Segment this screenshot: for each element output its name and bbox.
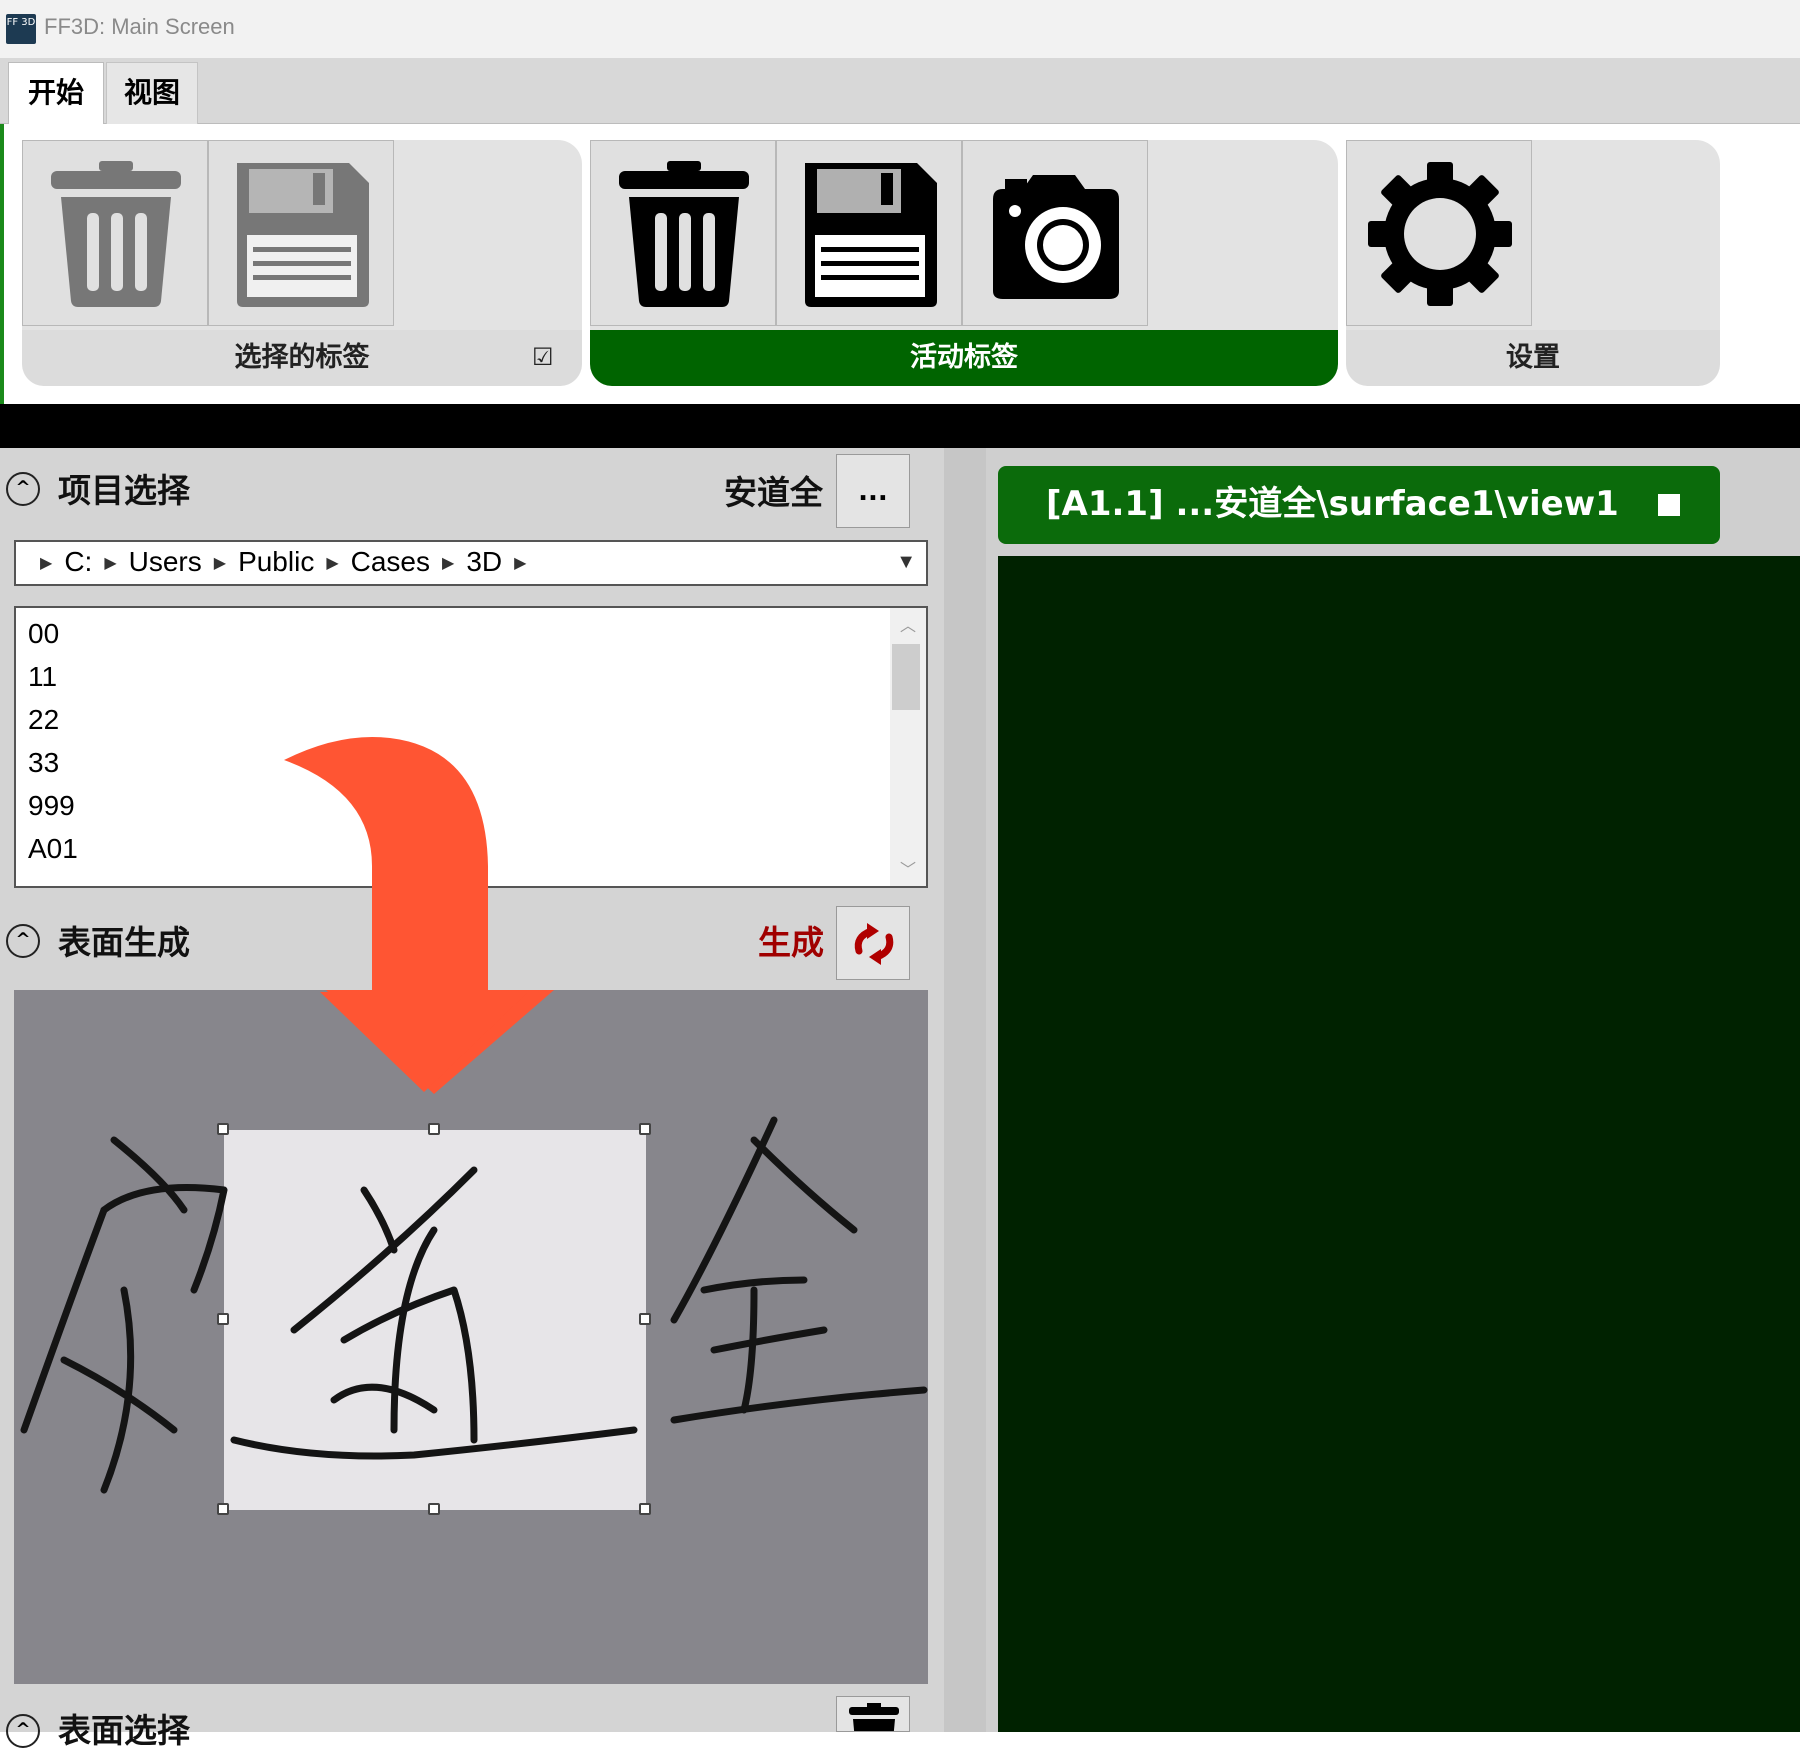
- chevron-right-icon: ▶: [40, 555, 53, 572]
- chevron-right-icon: ▶: [326, 555, 339, 572]
- list-item[interactable]: A01: [28, 833, 78, 865]
- crop-handle[interactable]: [428, 1503, 440, 1515]
- surface-generation-title: 表面生成: [58, 923, 190, 962]
- tab-strip: [0, 58, 1800, 124]
- panel-splitter[interactable]: [944, 448, 986, 1732]
- breadcrumb: ▶ C: ▶ Users ▶ Public ▶ Cases ▶ 3D ▶: [28, 542, 538, 587]
- scroll-up-icon[interactable]: ︿: [900, 612, 916, 636]
- 3d-view-canvas[interactable]: [998, 556, 1800, 1732]
- stop-square-icon[interactable]: [1658, 494, 1680, 516]
- scroll-thumb[interactable]: [892, 644, 920, 710]
- chevron-right-icon: ▶: [514, 555, 527, 572]
- delete-active-button[interactable]: [590, 140, 776, 326]
- settings-button[interactable]: [1346, 140, 1532, 326]
- breadcrumb-item[interactable]: Cases: [351, 546, 430, 577]
- capture-button[interactable]: [962, 140, 1148, 326]
- generate-label[interactable]: 生成: [758, 916, 824, 964]
- save-active-button[interactable]: [776, 140, 962, 326]
- delete-selected-button[interactable]: [22, 140, 208, 326]
- scroll-down-icon[interactable]: ﹀: [900, 856, 916, 880]
- list-item[interactable]: 999: [28, 790, 75, 822]
- chevron-down-icon[interactable]: ▼: [896, 542, 916, 582]
- ribbon-group-label-active: 活动标签: [590, 330, 1338, 386]
- chevron-right-icon: ▶: [104, 555, 117, 572]
- crop-handle[interactable]: [639, 1123, 651, 1135]
- camera-icon: [993, 175, 1119, 299]
- collapse-surface-selection-icon[interactable]: ^: [6, 1714, 40, 1748]
- tab-start[interactable]: 开始: [8, 62, 104, 124]
- trash-icon: [849, 1703, 899, 1731]
- browse-button[interactable]: ...: [836, 454, 910, 528]
- title-bar: [0, 0, 1800, 58]
- save-selected-button[interactable]: [208, 140, 394, 326]
- tab-view[interactable]: 视图: [106, 62, 198, 124]
- crop-handle[interactable]: [428, 1123, 440, 1135]
- crop-handle[interactable]: [217, 1123, 229, 1135]
- breadcrumb-item[interactable]: 3D: [466, 546, 502, 577]
- trash-icon: [51, 161, 181, 307]
- list-item[interactable]: 33: [28, 747, 59, 779]
- collapse-surface-icon[interactable]: ^: [6, 924, 40, 958]
- app-logo-icon: FF 3D: [6, 14, 36, 44]
- breadcrumb-item[interactable]: Public: [238, 546, 314, 577]
- crop-handle[interactable]: [639, 1313, 651, 1325]
- list-item[interactable]: 00: [28, 618, 59, 650]
- list-item[interactable]: 22: [28, 704, 59, 736]
- annotation-arrow-icon: [284, 736, 528, 1092]
- crop-handle[interactable]: [217, 1503, 229, 1515]
- crop-handle[interactable]: [639, 1503, 651, 1515]
- collapse-project-icon[interactable]: ^: [6, 472, 40, 506]
- breadcrumb-item[interactable]: C:: [64, 546, 92, 577]
- refresh-arrows-icon: [854, 923, 894, 965]
- trash-icon: [619, 161, 749, 307]
- floppy-disk-icon: [805, 163, 937, 307]
- ribbon-group-label-settings: 设置: [1346, 330, 1720, 386]
- surface-selection-title: 表面选择: [58, 1711, 190, 1750]
- list-item[interactable]: 11: [28, 661, 57, 693]
- delete-surface-button[interactable]: [836, 1696, 910, 1732]
- floppy-disk-icon: [237, 163, 369, 307]
- window-accent-edge: [0, 124, 4, 404]
- current-project-name: 安道全: [724, 473, 823, 512]
- window-title: FF3D: Main Screen: [44, 14, 235, 39]
- path-breadcrumb[interactable]: ▶ C: ▶ Users ▶ Public ▶ Cases ▶ 3D ▶ ▼: [14, 540, 928, 586]
- project-selection-title: 项目选择: [58, 471, 190, 510]
- breadcrumb-item[interactable]: Users: [129, 546, 202, 577]
- chevron-right-icon: ▶: [213, 555, 227, 572]
- chevron-right-icon: ▶: [442, 555, 455, 572]
- view-tab[interactable]: [A1.1] ...安道全\surface1\view1: [998, 466, 1720, 544]
- gear-icon: [1368, 162, 1512, 306]
- crop-handle[interactable]: [217, 1313, 229, 1325]
- list-scrollbar[interactable]: ︿ ﹀: [890, 608, 926, 886]
- separator-bar: [0, 404, 1800, 448]
- checkbox-icon[interactable]: ☑: [532, 344, 558, 370]
- generate-button[interactable]: [836, 906, 910, 980]
- ribbon-group-label-selected: 选择的标签: [22, 330, 582, 386]
